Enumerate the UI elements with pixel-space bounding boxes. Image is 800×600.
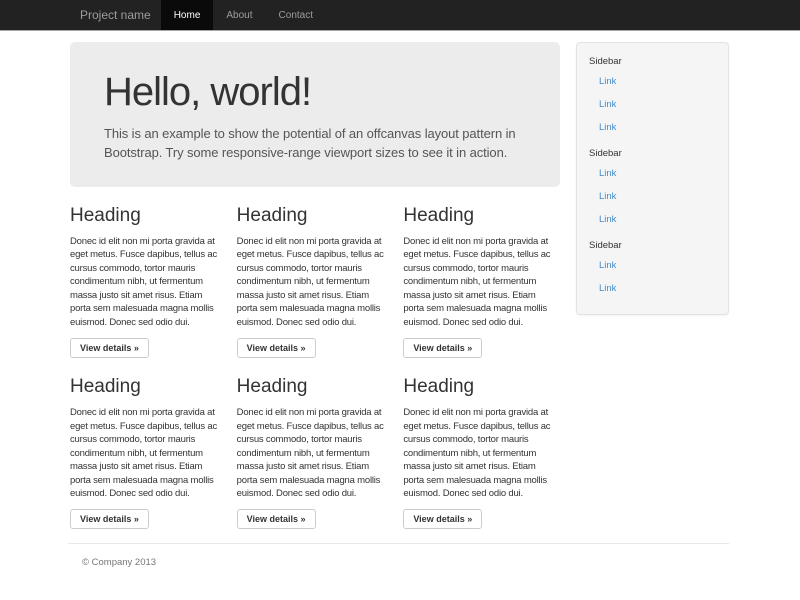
card-heading: Heading [70, 205, 224, 227]
view-details-button[interactable]: View details » [403, 338, 482, 358]
card-3: Heading Donec id elit non mi porta gravi… [403, 187, 570, 358]
sidebar-link[interactable]: Link [577, 208, 728, 231]
card-1: Heading Donec id elit non mi porta gravi… [70, 187, 237, 358]
view-details-button[interactable]: View details » [70, 509, 149, 529]
sidebar-link[interactable]: Link [577, 185, 728, 208]
main-container: Hello, world! This is an example to show… [60, 30, 740, 568]
sidebar-section-title: Sidebar [577, 231, 728, 254]
sidebar-link[interactable]: Link [577, 70, 728, 93]
navbar-menu: Home About Contact [161, 0, 326, 30]
cards-row-2: Heading Donec id elit non mi porta gravi… [60, 358, 570, 529]
cards-row-1: Heading Donec id elit non mi porta gravi… [60, 187, 570, 358]
sidebar-link[interactable]: Link [577, 277, 728, 300]
card-heading: Heading [70, 376, 224, 398]
card-body: Donec id elit non mi porta gravida at eg… [403, 235, 557, 329]
card-4: Heading Donec id elit non mi porta gravi… [70, 358, 237, 529]
view-details-button[interactable]: View details » [237, 338, 316, 358]
content-row: Hello, world! This is an example to show… [60, 30, 740, 529]
view-details-button[interactable]: View details » [70, 338, 149, 358]
sidebar-link[interactable]: Link [577, 93, 728, 116]
page-title: Hello, world! [104, 70, 528, 115]
navbar-container: Project name Home About Contact [60, 0, 740, 30]
card-heading: Heading [237, 376, 391, 398]
copyright-text: © Company 2013 [82, 557, 740, 568]
main-column: Hello, world! This is an example to show… [60, 30, 570, 529]
navbar-brand[interactable]: Project name [60, 0, 161, 30]
footer: © Company 2013 [60, 543, 740, 568]
nav-item-contact[interactable]: Contact [266, 0, 326, 30]
card-heading: Heading [237, 205, 391, 227]
card-body: Donec id elit non mi porta gravida at eg… [70, 406, 224, 500]
card-heading: Heading [403, 376, 557, 398]
view-details-button[interactable]: View details » [403, 509, 482, 529]
card-5: Heading Donec id elit non mi porta gravi… [237, 358, 404, 529]
page: Project name Home About Contact Hello, w… [0, 0, 800, 600]
card-body: Donec id elit non mi porta gravida at eg… [70, 235, 224, 329]
nav-item-about[interactable]: About [213, 0, 265, 30]
card-heading: Heading [403, 205, 557, 227]
card-body: Donec id elit non mi porta gravida at eg… [403, 406, 557, 500]
sidebar-column: Sidebar Link Link Link Sidebar Link Link… [570, 30, 740, 315]
nav-item-home[interactable]: Home [161, 0, 214, 30]
view-details-button[interactable]: View details » [237, 509, 316, 529]
footer-divider [68, 543, 729, 544]
jumbotron: Hello, world! This is an example to show… [70, 42, 560, 187]
card-2: Heading Donec id elit non mi porta gravi… [237, 187, 404, 358]
sidebar-panel: Sidebar Link Link Link Sidebar Link Link… [576, 42, 729, 315]
card-6: Heading Donec id elit non mi porta gravi… [403, 358, 570, 529]
sidebar-link[interactable]: Link [577, 116, 728, 139]
sidebar-link[interactable]: Link [577, 254, 728, 277]
navbar: Project name Home About Contact [0, 0, 800, 30]
sidebar-section-title: Sidebar [577, 47, 728, 70]
jumbotron-lead: This is an example to show the potential… [104, 125, 528, 163]
card-body: Donec id elit non mi porta gravida at eg… [237, 406, 391, 500]
sidebar-link[interactable]: Link [577, 162, 728, 185]
sidebar-section-title: Sidebar [577, 139, 728, 162]
card-body: Donec id elit non mi porta gravida at eg… [237, 235, 391, 329]
